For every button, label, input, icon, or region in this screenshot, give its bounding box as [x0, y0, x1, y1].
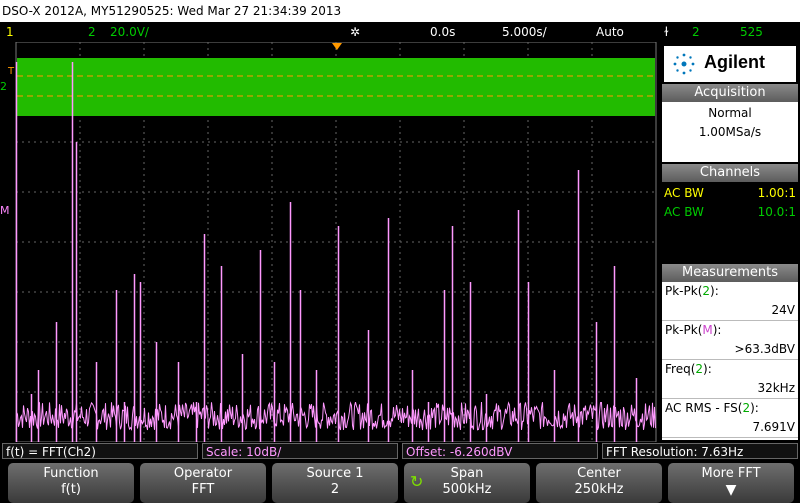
measurement-suffix: ):: [750, 401, 759, 415]
measurement-name: Freq(: [665, 362, 696, 376]
operator-softkey-label: Operator: [173, 466, 233, 481]
center-softkey-label: Center: [577, 466, 621, 481]
acquisition-box: Normal 1.00MSa/s: [662, 102, 798, 162]
measurement-source: 2: [695, 362, 704, 376]
center-softkey-value: 250kHz: [574, 482, 624, 497]
more-fft-softkey[interactable]: More FFT ▼: [668, 463, 794, 503]
source-1-softkey-label: Source 1: [306, 466, 364, 481]
spark-icon: [673, 53, 695, 75]
source-1-softkey[interactable]: Source 1 2: [272, 463, 398, 503]
function-status: f(t) = FFT(Ch2): [2, 443, 198, 459]
measurement-value: >63.3dBV: [734, 342, 795, 356]
trigger-level: 525: [740, 25, 763, 39]
measurement-item: Pk-Pk(2): 24V: [662, 282, 798, 321]
measurement-item: AC RMS - FS(2): 7.691V: [662, 399, 798, 438]
offset-status: Offset: -6.260dBV: [402, 443, 598, 459]
channel-2-indicator[interactable]: 2: [88, 22, 96, 42]
measurement-name: Pk-Pk(: [665, 323, 703, 337]
channel-2-probe: 10.0:1: [757, 205, 796, 219]
waveform-graticule: T 2 M: [0, 41, 657, 443]
acquisition-rate: 1.00MSa/s: [698, 125, 762, 139]
trigger-mode: Auto: [596, 25, 624, 39]
math-status-bar: f(t) = FFT(Ch2) Scale: 10dB/ Offset: -6.…: [0, 442, 800, 460]
measurement-value: 24V: [771, 303, 795, 317]
measurement-name: Pk-Pk(: [665, 284, 703, 298]
measurement-label: AC RMS - FS(2):: [665, 399, 795, 418]
time-offset: 0.0s: [430, 25, 456, 39]
channel-1-indicator[interactable]: 1: [6, 22, 14, 42]
measurement-value: 32kHz: [757, 381, 795, 395]
brand-logo: Agilent: [664, 46, 796, 82]
channels-box: AC BW 1.00:1 AC BW 10.0:1: [662, 182, 798, 226]
acquisition-header: Acquisition: [662, 84, 798, 102]
channel-2-marker: 2: [0, 80, 7, 93]
channel-2-coupling: AC BW: [664, 205, 704, 219]
measurement-suffix: ):: [710, 284, 719, 298]
measurement-label: Freq(2):: [665, 360, 795, 379]
measurement-value: 7.691V: [752, 420, 795, 434]
waveform-display[interactable]: T 2 M: [0, 41, 660, 443]
function-softkey-value: f(t): [61, 482, 81, 497]
measurements-box: Pk-Pk(2): 24V Pk-Pk(M): >63.3dBV Freq(2): 32k…: [662, 282, 798, 440]
measurement-suffix: ):: [712, 323, 722, 337]
trigger-level-marker: T: [7, 66, 15, 77]
time-scale: 5.000s/: [502, 25, 547, 39]
status-bar: 1 2 20.0V/ ✲ 0.0s 5.000s/ Auto ɫ 2 525: [0, 22, 800, 42]
down-arrow-icon: ▼: [725, 482, 737, 498]
more-fft-softkey-label: More FFT: [701, 466, 761, 481]
function-softkey-label: Function: [43, 466, 99, 481]
measurement-label: Pk-Pk(M):: [665, 321, 795, 340]
source-1-softkey-value: 2: [330, 482, 340, 497]
measurement-source: 2: [702, 284, 711, 298]
trigger-source: 2: [692, 25, 700, 39]
brand-name: Agilent: [704, 52, 765, 72]
center-softkey[interactable]: Center 250kHz: [536, 463, 662, 503]
channels-header: Channels: [662, 164, 798, 182]
scale-status: Scale: 10dB/: [202, 443, 398, 459]
channel-1-probe: 1.00:1: [757, 186, 796, 200]
channel-1-coupling: AC BW: [664, 186, 704, 200]
function-softkey[interactable]: Function f(t): [8, 463, 134, 503]
softkey-bar: Function f(t) Operator FFT Source 1 2 ↻ …: [0, 460, 800, 503]
fft-resolution-status: FFT Resolution: 7.63Hz: [602, 443, 798, 459]
acquisition-mode: Normal: [708, 106, 752, 120]
operator-softkey-value: FFT: [191, 482, 215, 497]
span-softkey[interactable]: ↻ Span 500kHz: [404, 463, 530, 503]
trigger-position-icon: ✲: [350, 25, 361, 39]
rotate-knob-icon: ↻: [410, 472, 424, 491]
operator-softkey[interactable]: Operator FFT: [140, 463, 266, 503]
channel-1-row: AC BW 1.00:1: [662, 184, 798, 203]
measurements-header: Measurements: [662, 264, 798, 282]
side-panel: Agilent Acquisition Normal 1.00MSa/s Cha…: [660, 42, 800, 442]
measurement-source: 2: [742, 401, 751, 415]
measurement-label: Pk-Pk(2):: [665, 282, 795, 301]
channel-2-row: AC BW 10.0:1: [662, 203, 798, 222]
measurement-item: Pk-Pk(M): >63.3dBV: [662, 321, 798, 360]
channel-2-trace: [17, 58, 655, 116]
channel-2-scale: 20.0V/: [110, 25, 149, 39]
measurement-item: Freq(2): 32kHz: [662, 360, 798, 399]
trigger-edge-icon: ɫ: [664, 25, 669, 39]
measurement-name: AC RMS - FS(: [665, 401, 743, 415]
math-marker: M: [0, 204, 10, 217]
measurement-suffix: ):: [703, 362, 712, 376]
window-title: DSO-X 2012A, MY51290525: Wed Mar 27 21:3…: [0, 0, 800, 22]
measurement-source: M: [702, 323, 713, 337]
